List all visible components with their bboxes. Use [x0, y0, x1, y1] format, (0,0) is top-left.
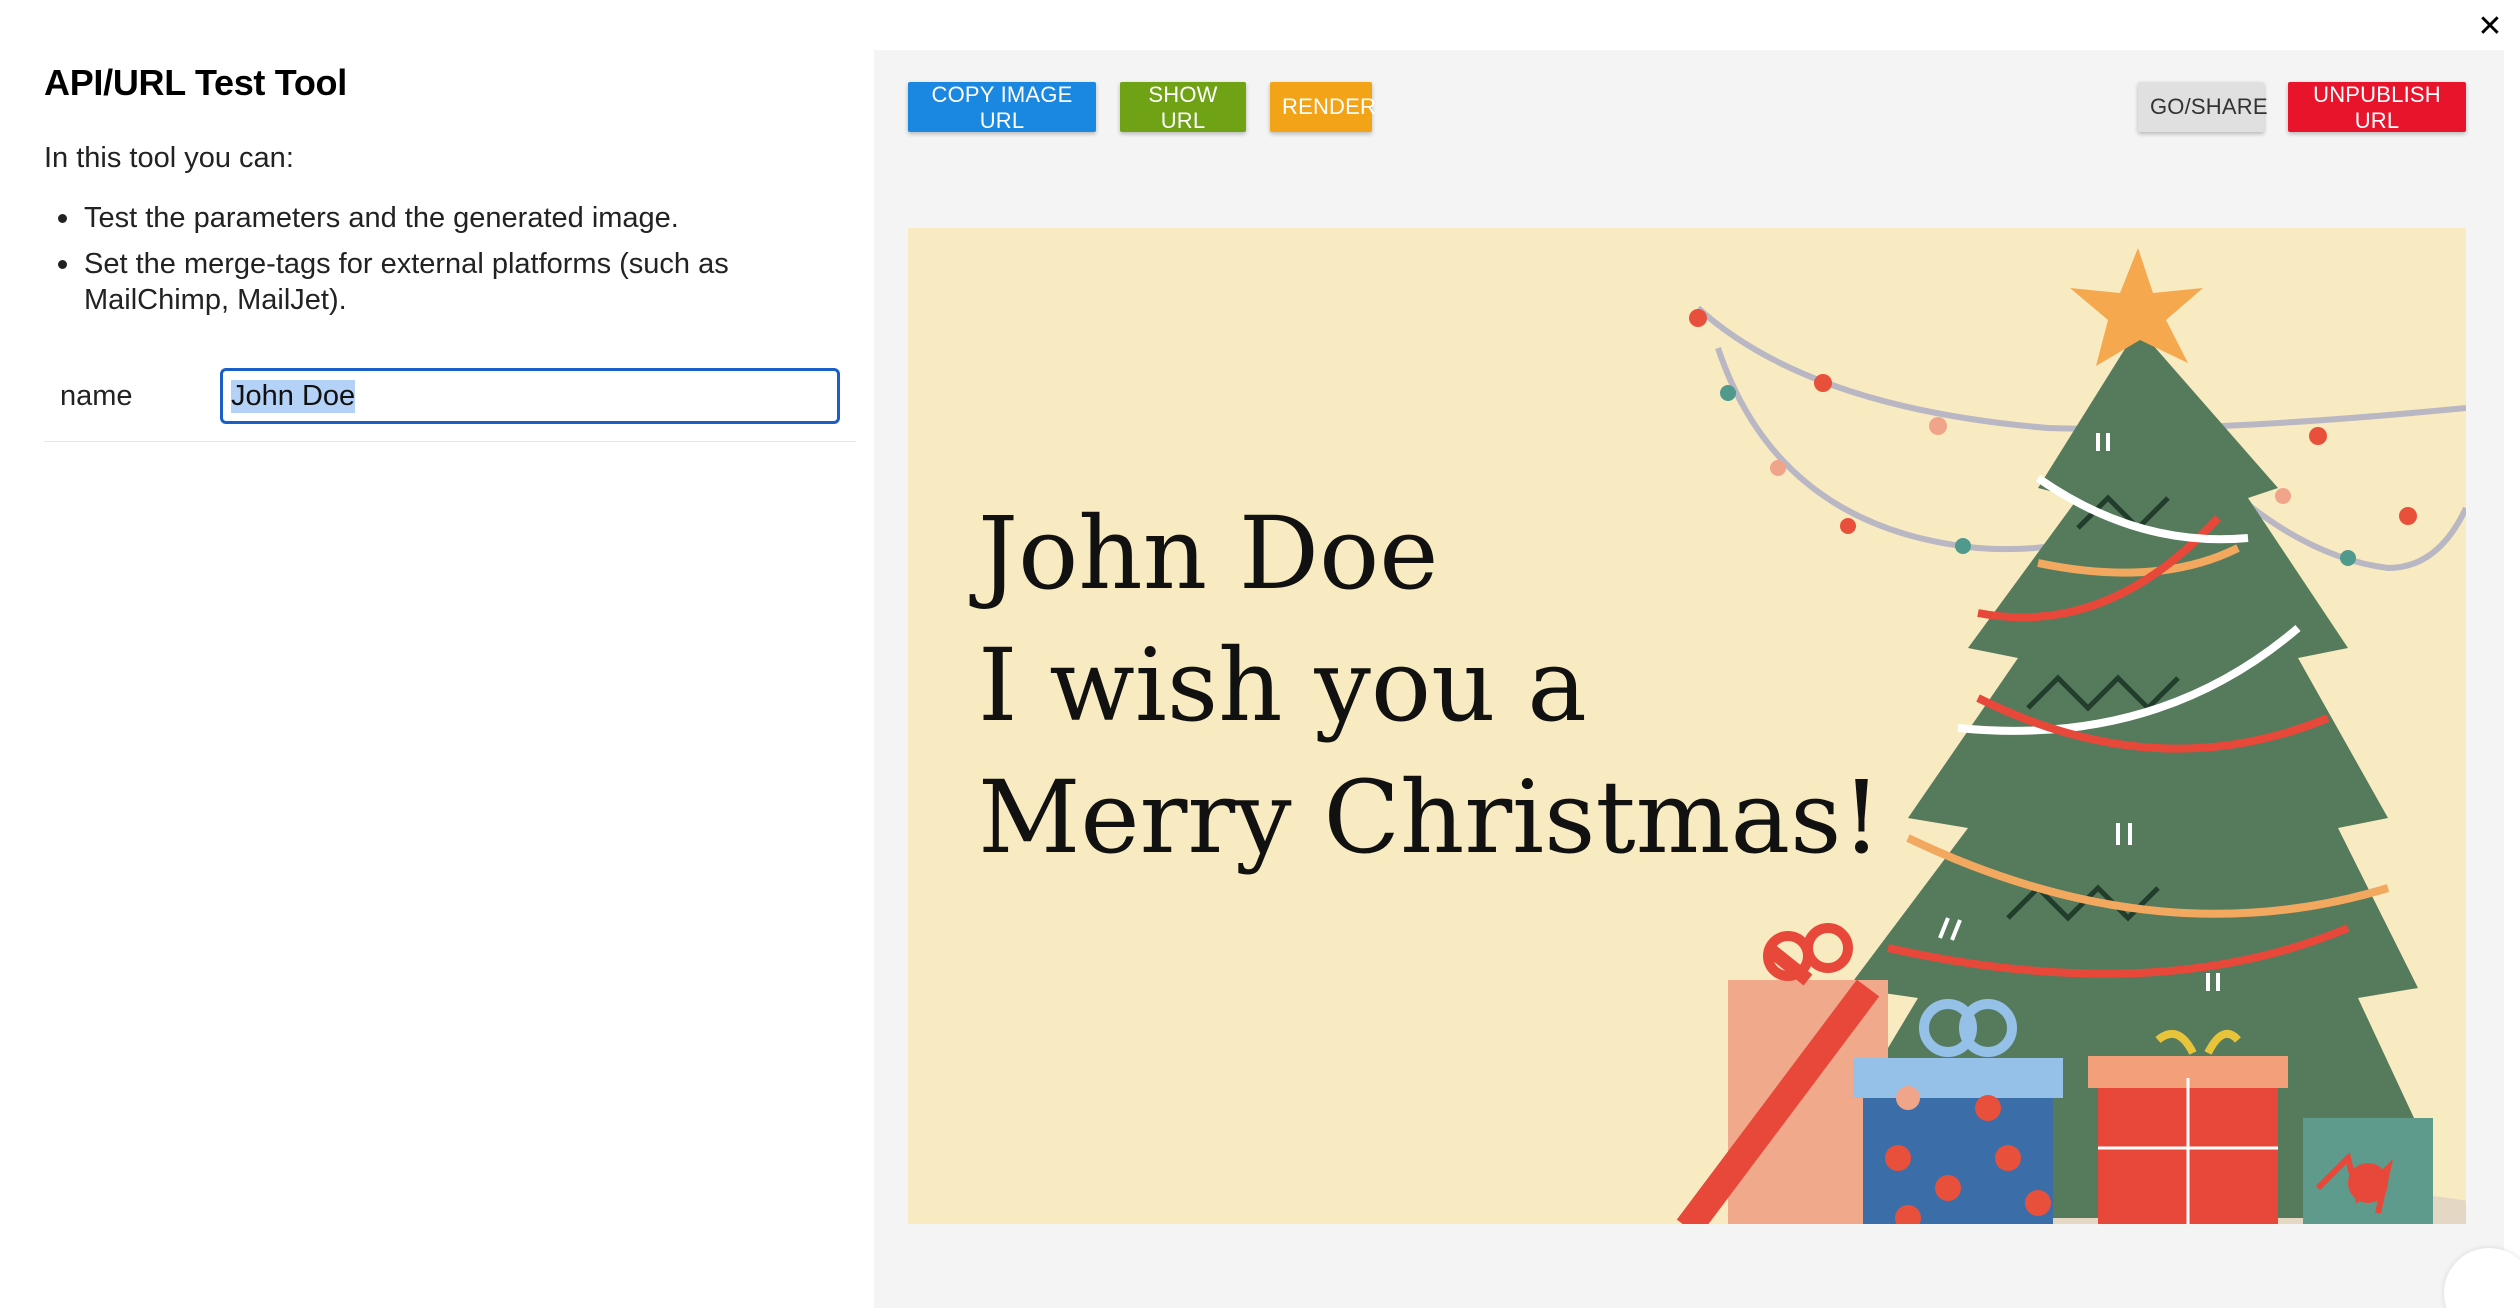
greeting-text: John Doe I wish you a Merry Christmas!	[978, 488, 1882, 884]
feature-list: Test the parameters and the generated im…	[44, 200, 824, 328]
greeting-line: Merry Christmas!	[978, 759, 1882, 876]
param-row-name: name	[44, 362, 856, 442]
param-label: name	[60, 380, 133, 412]
feature-item: Set the merge-tags for external platform…	[44, 246, 824, 318]
copy-image-url-button[interactable]: COPY IMAGE URL	[908, 82, 1096, 133]
preview-panel: COPY IMAGE URL SHOW URL RENDER GO/SHARE …	[874, 50, 2520, 1308]
go-share-button[interactable]: GO/SHARE	[2138, 82, 2268, 132]
render-button[interactable]: RENDER	[1270, 82, 1376, 132]
close-icon[interactable]: ✕	[2470, 6, 2510, 46]
left-panel: API/URL Test Tool In this tool you can: …	[0, 0, 870, 1308]
name-input[interactable]	[220, 368, 840, 424]
unpublish-url-button[interactable]: UNPUBLISH URL	[2288, 82, 2466, 133]
show-url-button[interactable]: SHOW URL	[1120, 82, 1246, 133]
page-title: API/URL Test Tool	[44, 62, 347, 103]
greeting-line: John Doe	[978, 495, 1439, 612]
preview-image: John Doe I wish you a Merry Christmas!	[908, 228, 2466, 1224]
corner-widget	[2444, 1248, 2520, 1308]
greeting-line: I wish you a	[978, 627, 1587, 744]
intro-text: In this tool you can:	[44, 142, 294, 174]
feature-item: Test the parameters and the generated im…	[44, 200, 824, 236]
